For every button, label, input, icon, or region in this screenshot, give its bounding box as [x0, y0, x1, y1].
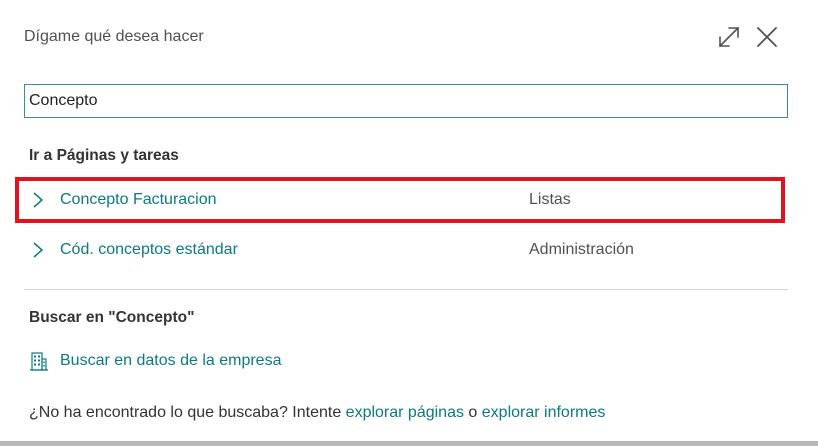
footer-middle: o: [463, 404, 482, 421]
result-name[interactable]: Concepto Facturacion: [60, 191, 217, 209]
section-title-pages: Ir a Páginas y tareas: [29, 147, 179, 164]
result-row-cod-conceptos-estandar[interactable]: Cód. conceptos estándar Administración: [15, 227, 785, 273]
tell-me-dialog: Dígame qué desea hacer Ir a Páginas y ta…: [0, 0, 818, 446]
explore-pages-link[interactable]: explorar páginas: [346, 404, 464, 421]
close-icon[interactable]: [754, 24, 780, 50]
result-category: Administración: [529, 241, 634, 258]
search-input[interactable]: [24, 84, 788, 118]
footer-text: ¿No ha encontrado lo que buscaba? Intent…: [29, 404, 605, 422]
explore-reports-link[interactable]: explorar informes: [482, 404, 606, 421]
company-link-label[interactable]: Buscar en datos de la empresa: [60, 352, 281, 370]
building-icon: [30, 351, 48, 371]
result-category: Listas: [529, 191, 571, 208]
footer-prefix: ¿No ha encontrado lo que buscaba? Intent…: [29, 404, 346, 421]
chevron-right-icon: [32, 191, 44, 209]
result-row-concepto-facturacion[interactable]: Concepto Facturacion Listas: [15, 177, 785, 223]
section-title-search: Buscar en "Concepto": [29, 309, 195, 326]
section-divider: [24, 289, 788, 290]
result-name[interactable]: Cód. conceptos estándar: [60, 241, 238, 259]
expand-icon[interactable]: [716, 24, 742, 50]
chevron-right-icon: [32, 241, 44, 259]
dialog-title: Dígame qué desea hacer: [24, 28, 204, 45]
